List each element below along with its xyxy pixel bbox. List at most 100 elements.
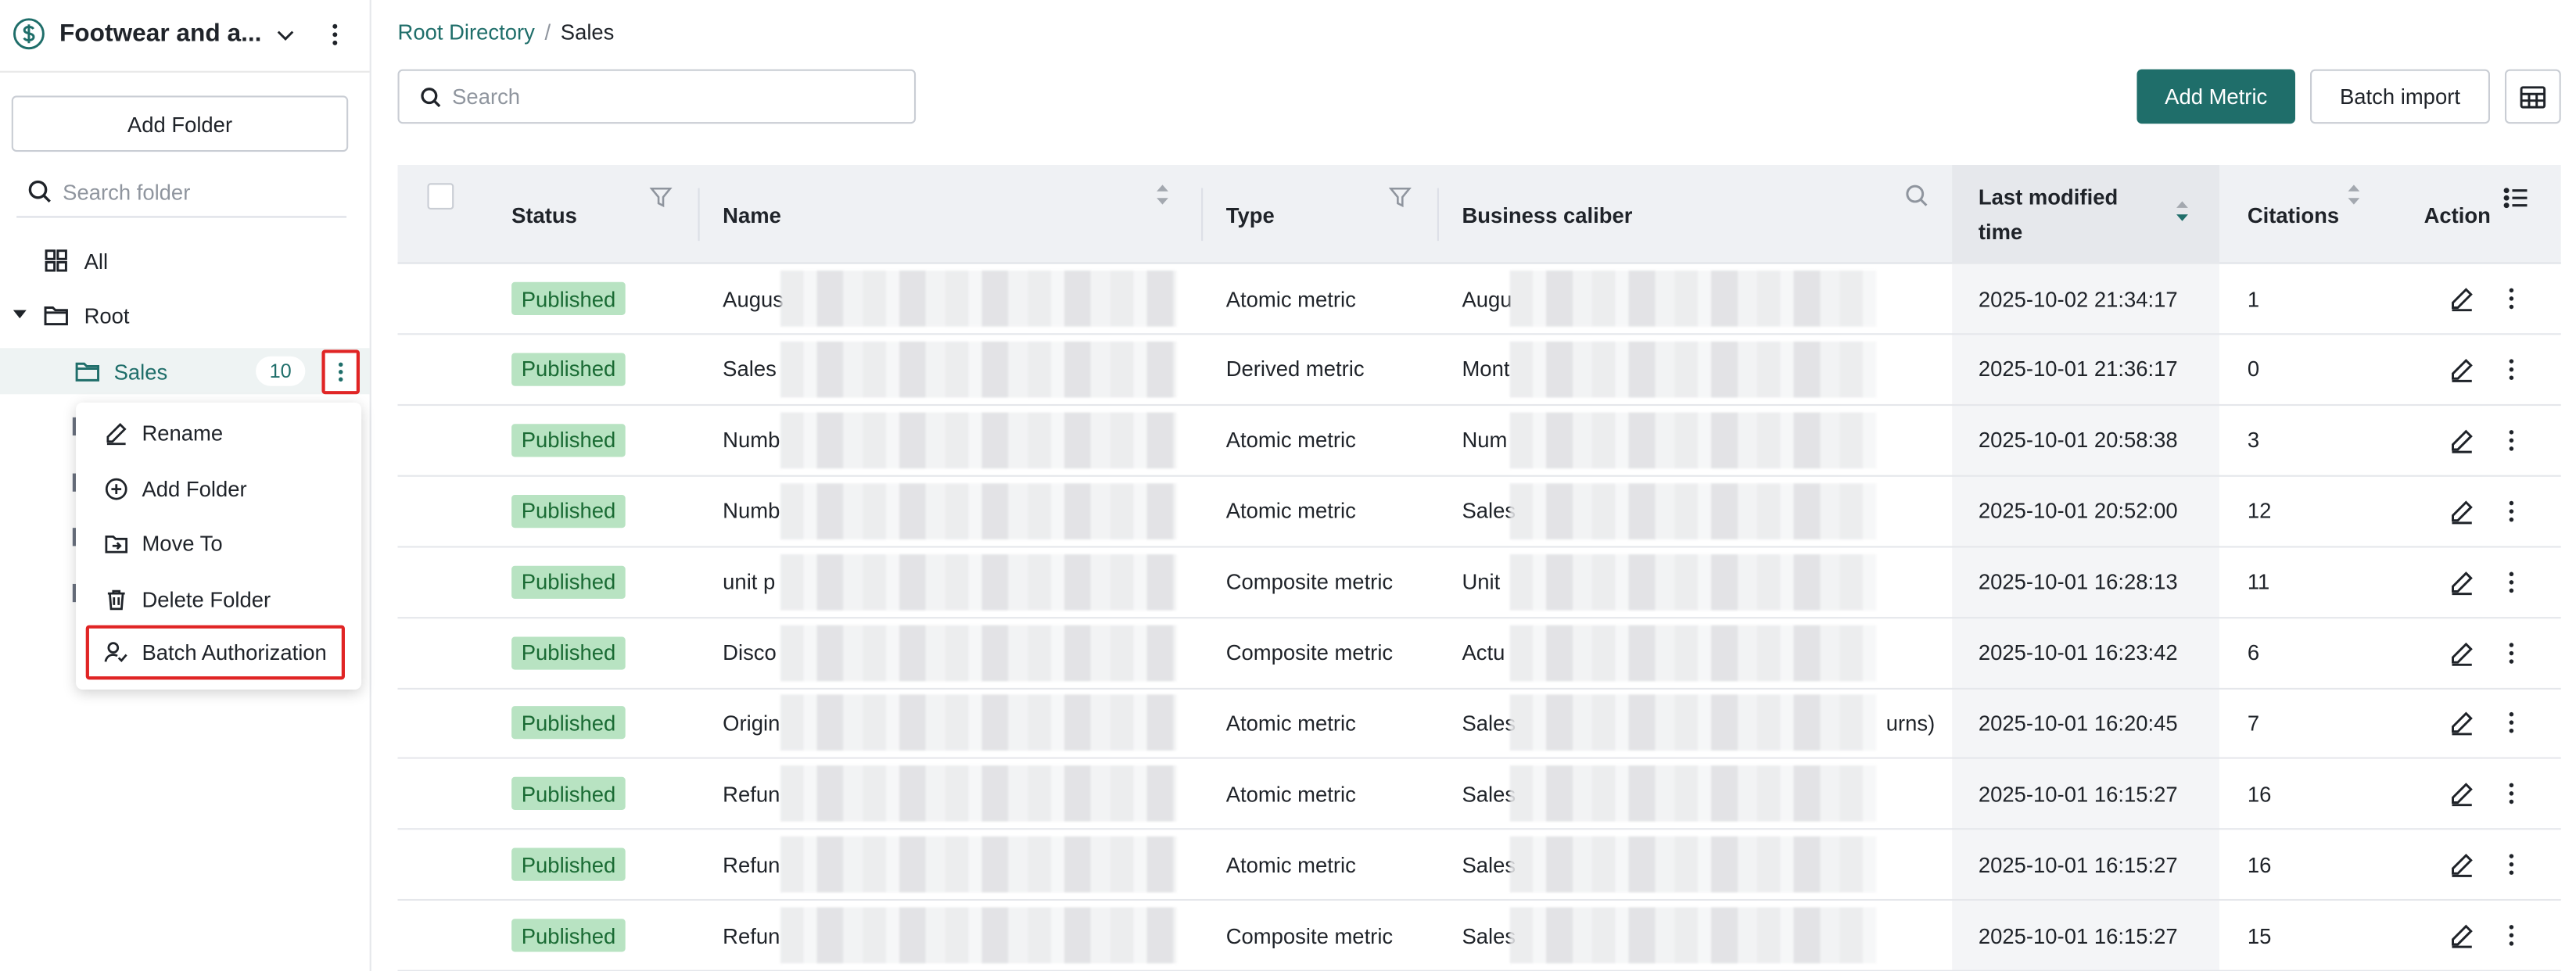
redacted-text [1509,482,1877,539]
redacted-text [780,837,1177,893]
more-vertical-icon[interactable] [2500,923,2524,949]
metric-type: Composite metric [1225,923,1394,948]
redacted-text [1509,554,1877,610]
status-badge: Published [511,777,626,811]
table-view-button[interactable] [2504,69,2561,124]
more-vertical-icon[interactable] [2500,427,2524,453]
add-folder-button[interactable]: Add Folder [11,95,349,152]
more-vertical-icon[interactable] [2500,568,2524,595]
metric-search-input[interactable] [452,84,898,109]
grid-icon [45,249,67,272]
metric-type: Atomic metric [1225,781,1356,807]
table-row[interactable]: Published Refun Composite metric Sales 2025-… [397,901,2561,971]
more-vertical-icon[interactable] [2500,640,2524,666]
metric-name[interactable]: Refun [723,830,780,900]
folder-search[interactable] [16,167,347,218]
chevron-down-icon[interactable] [274,23,297,47]
edit-icon[interactable] [2449,851,2475,878]
edit-icon[interactable] [2449,357,2475,383]
redacted-text [780,554,1177,610]
metric-name[interactable]: Sales [723,335,777,404]
more-vertical-icon[interactable] [2500,285,2524,312]
more-vertical-icon[interactable] [2500,710,2524,736]
select-all-checkbox[interactable] [427,183,454,210]
breadcrumb-root-link[interactable]: Root Directory [398,20,535,45]
status-badge: Published [511,423,626,457]
table-row[interactable]: Published Augus Atomic metric Augu 2025-10-0… [397,264,2561,335]
edit-icon[interactable] [2449,568,2475,595]
metric-name[interactable]: Origin [723,689,780,758]
add-metric-button[interactable]: Add Metric [2137,69,2296,124]
edit-icon[interactable] [2449,781,2475,808]
redacted-text [780,695,1177,751]
list-icon[interactable] [2503,185,2530,211]
metric-name[interactable]: Augus [723,264,784,334]
last-modified-time: 2025-10-01 16:20:45 [1978,711,2178,736]
last-modified-time: 2025-10-01 16:23:42 [1978,640,2178,665]
table-header: Status Name Type Business caliber Last m… [397,164,2561,264]
folder-search-input[interactable] [63,178,327,204]
header-label: Business caliber [1462,202,1633,228]
metric-name[interactable]: Numb [723,476,780,546]
menu-item-batch-authorization[interactable]: Batch Authorization [85,625,345,680]
table-row[interactable]: Published Refun Atomic metric Sales 2025-10-… [397,830,2561,901]
sort-icon[interactable] [2346,183,2361,206]
folder-move-icon [105,535,127,554]
last-modified-time: 2025-10-01 16:15:27 [1978,923,2178,948]
business-caliber: Sales [1462,711,1516,736]
more-vertical-icon[interactable] [324,20,347,49]
metric-name[interactable]: Refun [723,901,780,970]
workspace-header[interactable]: Footwear and a... [0,0,370,73]
business-caliber: Sales [1462,781,1516,807]
header-business-caliber: Business caliber [1462,165,1632,264]
edit-icon[interactable] [2449,923,2475,949]
more-vertical-icon[interactable] [2500,357,2524,383]
table-row[interactable]: Published Sales Derived metric Mont 2025-10-… [397,335,2561,406]
tree-item-sales[interactable]: Sales 10 [0,348,370,395]
menu-item-rename[interactable]: Rename [76,406,361,460]
metric-name[interactable]: Disco [723,618,777,687]
edit-icon[interactable] [2449,427,2475,453]
folder-count-badge: 10 [256,356,306,386]
more-vertical-icon[interactable] [2500,781,2524,808]
table-row[interactable]: Published Refun Atomic metric Sales 2025-10-… [397,759,2561,830]
metric-name[interactable]: unit p [723,547,775,617]
redacted-text [1509,765,1877,822]
breadcrumb: Root Directory / Sales [398,20,615,45]
metric-name[interactable]: Numb [723,406,780,475]
menu-item-add-folder[interactable]: Add Folder [76,462,361,517]
filter-icon[interactable] [1388,185,1413,210]
business-caliber: Sales [1462,923,1516,948]
edit-icon[interactable] [2449,498,2475,525]
caret-down-icon[interactable] [10,303,30,323]
last-modified-time: 2025-10-01 21:36:17 [1978,357,2178,382]
tree-item-all[interactable]: All [0,238,370,284]
edit-icon[interactable] [2449,640,2475,666]
menu-item-move-to[interactable]: Move To [76,516,361,571]
metric-type: Atomic metric [1225,711,1356,736]
sort-descending-icon[interactable] [2175,199,2190,223]
metric-search[interactable] [397,69,917,124]
metric-name[interactable]: Refun [723,759,780,829]
table-row[interactable]: Published Numb Atomic metric Sales 2025-10-0… [397,476,2561,547]
folder-more-button[interactable] [321,349,360,395]
folder-icon [75,362,100,382]
sort-icon[interactable] [1155,183,1170,206]
edit-icon[interactable] [2449,285,2475,312]
tree-item-root[interactable]: Root [0,292,370,338]
table-row[interactable]: Published Numb Atomic metric Num 2025-10-01 … [397,406,2561,477]
menu-item-delete-folder[interactable]: Delete Folder [76,572,361,627]
more-vertical-icon[interactable] [2500,498,2524,525]
batch-import-button[interactable]: Batch import [2309,69,2490,124]
dollar-circle-icon [13,18,45,50]
table-row[interactable]: Published unit p Composite metric Unit 2025-… [397,547,2561,618]
edit-icon[interactable] [2449,710,2475,736]
header-last-modified: Last modified time [1979,165,2118,264]
filter-icon[interactable] [648,185,673,210]
table-row[interactable]: Published Origin Atomic metric Sales urns) 20… [397,689,2561,760]
citations-count: 6 [2247,640,2260,665]
search-icon[interactable] [1904,183,1929,208]
more-vertical-icon[interactable] [2500,851,2524,878]
sidebar: Footwear and a... Add Folder All Root Sa… [0,0,371,971]
table-row[interactable]: Published Disco Composite metric Actu 2025-1… [397,618,2561,689]
